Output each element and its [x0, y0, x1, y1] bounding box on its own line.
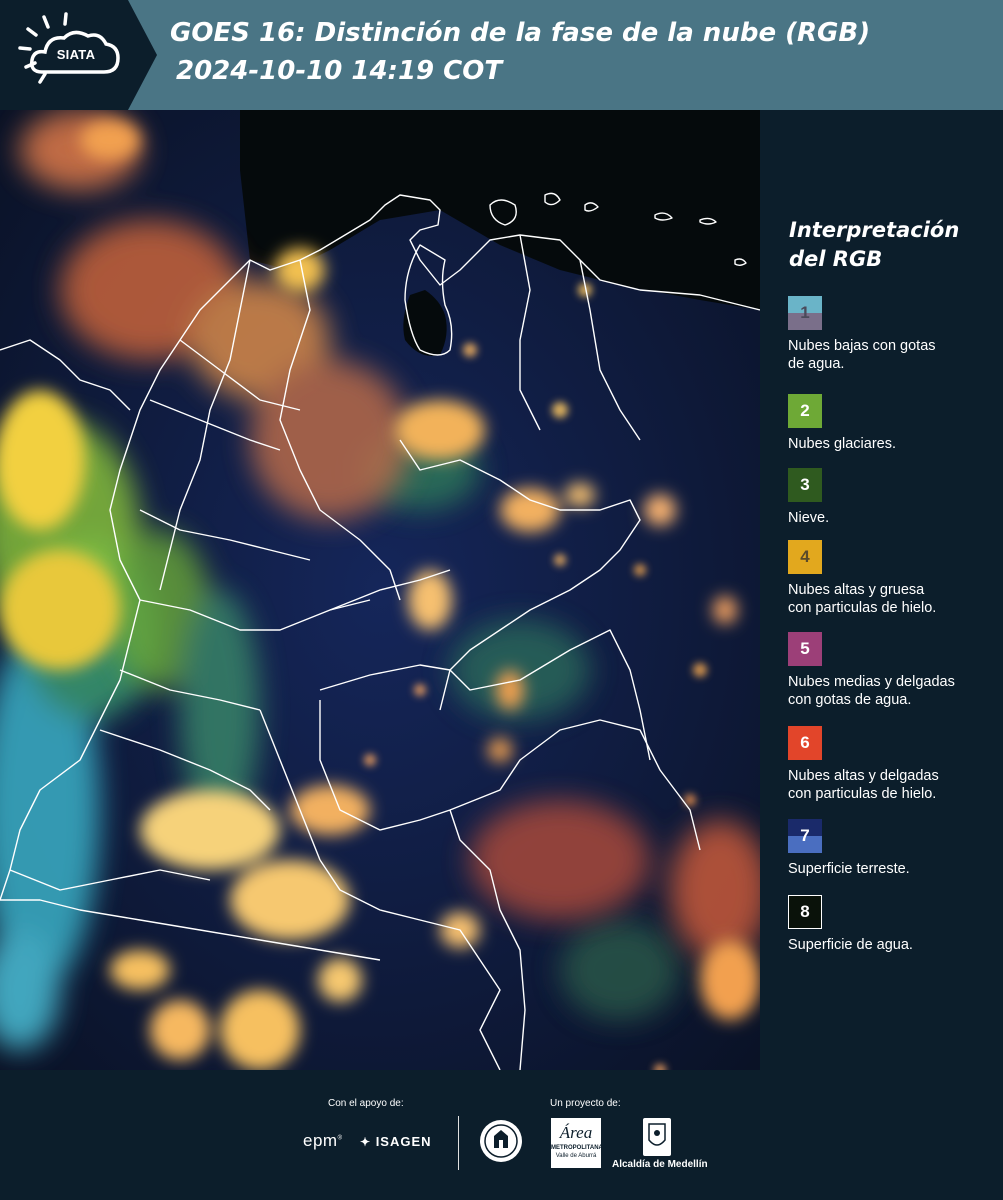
legend-swatch-7: 7: [788, 819, 822, 853]
legend-number-5: 5: [800, 639, 810, 658]
siata-logo-text: SIATA: [56, 47, 96, 62]
title-line-2: 2024-10-10 14:19 COT: [176, 56, 503, 86]
legend-item-1: 1 Nubes bajas con gotas de agua.: [788, 296, 998, 373]
legend-label-2: Nubes glaciares.: [788, 436, 896, 452]
legend-title-line-1: Interpretación: [789, 218, 960, 242]
legend-number-3: 3: [800, 475, 810, 494]
header: SIATA GOES 16: Distinción de la fase de …: [0, 0, 1003, 110]
legend-item-3: 3 Nieve.: [788, 468, 998, 527]
footer-divider: [458, 1116, 459, 1170]
legend-title: Interpretación del RGB: [789, 216, 989, 274]
legend-swatch-5: 5: [788, 632, 822, 666]
legend-label-8: Superficie de agua.: [788, 937, 913, 953]
isagen-icon: ✦: [360, 1135, 372, 1149]
legend-label-1: Nubes bajas con gotas de agua.: [788, 338, 936, 372]
legend-swatch-8: 8: [788, 895, 822, 929]
support-label: Con el apoyo de:: [328, 1098, 404, 1109]
legend-item-4: 4 Nubes altas y gruesa con particulas de …: [788, 540, 998, 617]
satellite-rgb-map[interactable]: [0, 110, 760, 1070]
legend-swatch-1: 1: [788, 296, 822, 330]
page-title: GOES 16: Distinción de la fase de la nub…: [170, 14, 990, 90]
legend-label-5: Nubes medias y delgadas con gotas de agua…: [788, 674, 955, 708]
legend-number-6: 6: [800, 733, 810, 752]
legend-number-4: 4: [800, 547, 810, 566]
legend-item-2: 2 Nubes glaciares.: [788, 394, 998, 453]
alcaldia-shield-icon: [643, 1118, 671, 1156]
title-line-1: GOES 16: Distinción de la fase de la nub…: [170, 18, 871, 48]
footer: Con el apoyo de: Un proyecto de: epm® ✦ …: [0, 1070, 1003, 1200]
legend-swatch-4: 4: [788, 540, 822, 574]
legend-item-6: 6 Nubes altas y delgadas con particulas d…: [788, 726, 998, 803]
satellite-image: [0, 110, 760, 1070]
legend-label-4: Nubes altas y gruesa con particulas de hi…: [788, 582, 937, 616]
legend-item-7: 7 Superficie terreste.: [788, 819, 998, 878]
legend-number-1: 1: [800, 303, 810, 322]
alcaldia-label: Alcaldía de Medellín: [612, 1159, 708, 1170]
legend-swatch-2: 2: [788, 394, 822, 428]
legend-number-7: 7: [800, 826, 810, 845]
legend-label-6: Nubes altas y delgadas con particulas de …: [788, 768, 939, 802]
project-label: Un proyecto de:: [550, 1098, 621, 1109]
area-metropolitana-logo: Área METROPOLITANA Valle de Aburrá: [551, 1118, 603, 1168]
legend-title-line-2: del RGB: [789, 247, 883, 271]
isagen-logo: ✦ ISAGEN: [360, 1134, 432, 1149]
legend-item-5: 5 Nubes medias y delgadas con gotas de ag…: [788, 632, 998, 709]
legend-number-8: 8: [800, 902, 810, 921]
epm-logo: epm®: [303, 1131, 343, 1150]
legend-label-3: Nieve.: [788, 510, 830, 526]
legend-panel: Interpretación del RGB 1 Nubes bajas con…: [760, 110, 1003, 1070]
legend-label-7: Superficie terreste.: [788, 861, 910, 877]
legend-swatch-3: 3: [788, 468, 822, 502]
siata-logo: SIATA: [0, 0, 157, 110]
legend-swatch-6: 6: [788, 726, 822, 760]
legend-number-2: 2: [800, 401, 810, 420]
legend-item-8: 8 Superficie de agua.: [788, 895, 998, 954]
gobernacion-seal-icon: [478, 1118, 524, 1164]
